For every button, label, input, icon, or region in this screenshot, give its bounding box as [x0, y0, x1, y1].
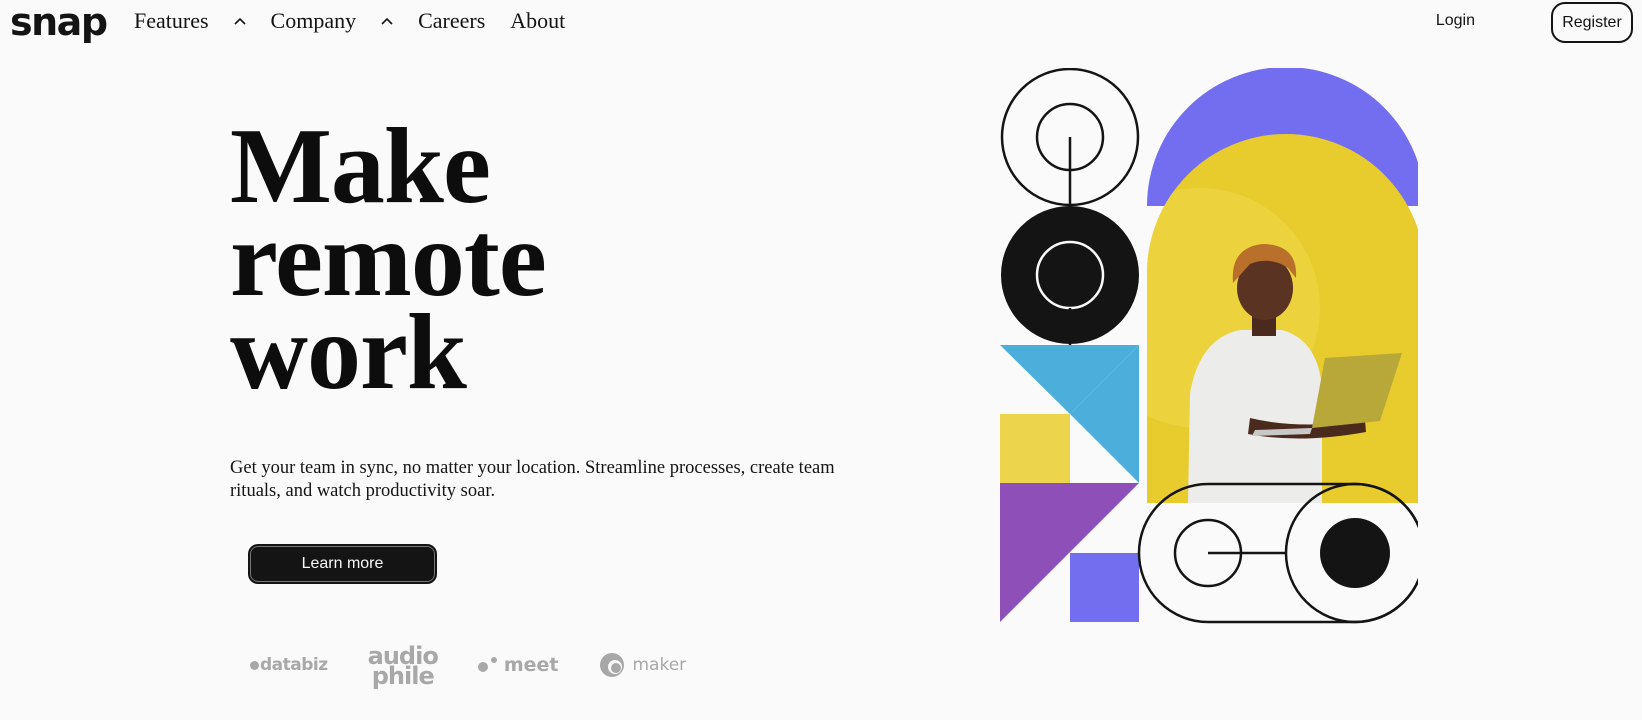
pill-outline-shape: [1137, 482, 1418, 624]
purple-square-shape: [1070, 553, 1139, 622]
databiz-dot-icon: [250, 660, 259, 670]
ring-target-icon: [1000, 68, 1140, 207]
meet-logo: meet: [476, 654, 559, 676]
hero-illustration: [1000, 68, 1418, 624]
nav-about-label: About: [510, 8, 566, 33]
maker-wordmark: maker: [632, 655, 687, 675]
hero-headline: Make remote work: [230, 113, 547, 412]
maker-logo: maker: [598, 651, 686, 679]
client-logos: databiz audio phile meet maker: [250, 644, 686, 690]
snap-logo[interactable]: snap: [10, 2, 108, 42]
nav-company-label: Company: [270, 8, 357, 33]
chevron-up-icon: [381, 17, 393, 25]
nav-features-label: Features: [134, 8, 209, 33]
meet-dots-icon: [477, 657, 497, 672]
nav-careers[interactable]: Careers: [418, 8, 485, 34]
databiz-wordmark: databiz: [260, 655, 328, 675]
login-link[interactable]: Login: [1436, 12, 1475, 30]
databiz-logo: databiz: [250, 655, 328, 675]
nav-company[interactable]: Company: [271, 8, 419, 34]
maker-swirl-icon: [600, 653, 625, 677]
nav-features[interactable]: Features: [134, 8, 271, 34]
audiophile-wordmark-bottom: phile: [371, 662, 435, 690]
chevron-up-icon: [233, 17, 246, 25]
meet-wordmark: meet: [503, 654, 559, 676]
audiophile-logo: audio phile: [368, 644, 439, 690]
nav-about[interactable]: About: [510, 8, 565, 34]
learn-more-button[interactable]: Learn more: [248, 544, 437, 584]
register-button[interactable]: Register: [1551, 2, 1633, 43]
main-nav: Features Company Careers About: [134, 8, 565, 34]
nav-careers-label: Careers: [418, 8, 486, 33]
hero-subtext: Get your team in sync, no matter your lo…: [230, 458, 835, 501]
yellow-square-shape: [1000, 414, 1070, 483]
headline-line-3: work: [230, 293, 467, 412]
